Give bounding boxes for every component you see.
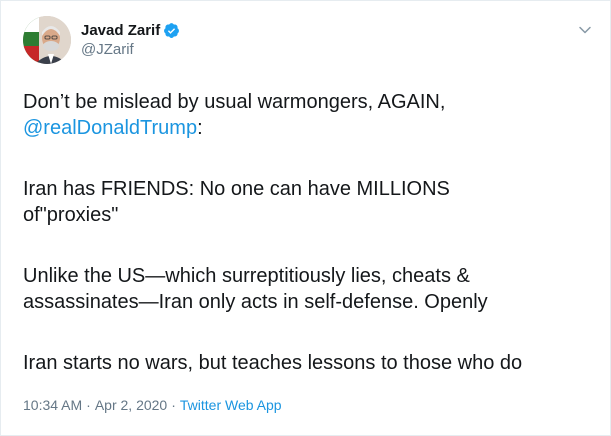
tweet-card: Javad Zarif @JZarif Don’t be mislead by … [0,0,611,436]
tweet-paragraph-2: Iran has FRIENDS: No one can have MILLIO… [23,176,603,228]
profile-photo-icon [23,16,71,64]
avatar[interactable] [23,16,71,64]
tweet-date[interactable]: Apr 2, 2020 [95,397,167,413]
tweet-line: Iran has FRIENDS: No one can have MILLIO… [23,178,450,200]
display-name[interactable]: Javad Zarif [81,21,160,40]
tweet-paragraph-3: Unlike the US—which surreptitiously lies… [23,263,603,315]
tweet-paragraph-4: Iran starts no wars, but teaches lessons… [23,350,603,376]
tweet-source-link[interactable]: Twitter Web App [180,397,282,413]
name-row: Javad Zarif [81,21,180,40]
tweet-line: Unlike the US—which surreptitiously lies… [23,265,470,287]
tweet-text: Don’t be mislead by usual warmongers, AG… [23,89,603,376]
tweet-paragraph-1: Don’t be mislead by usual warmongers, AG… [23,89,603,141]
tweet-line: Iran starts no wars, but teaches lessons… [23,352,523,374]
tweet-metadata: 10:34 AM · Apr 2, 2020 · Twitter Web App [23,397,282,413]
separator: · [86,397,91,413]
tweet-header: Javad Zarif @JZarif [23,16,180,64]
verified-badge-icon [164,23,180,38]
tweet-time[interactable]: 10:34 AM [23,397,82,413]
separator: · [171,397,176,413]
chevron-down-icon[interactable] [578,23,592,37]
tweet-line: of"proxies" [23,204,119,226]
tweet-line: Don’t be mislead by usual warmongers, AG… [23,91,446,113]
mention-suffix: : [197,117,203,139]
tweet-line: assassinates—Iran only acts in self-defe… [23,291,488,313]
handle[interactable]: @JZarif [81,40,180,59]
mention-link[interactable]: @realDonaldTrump [23,117,197,139]
author-names: Javad Zarif @JZarif [81,21,180,59]
